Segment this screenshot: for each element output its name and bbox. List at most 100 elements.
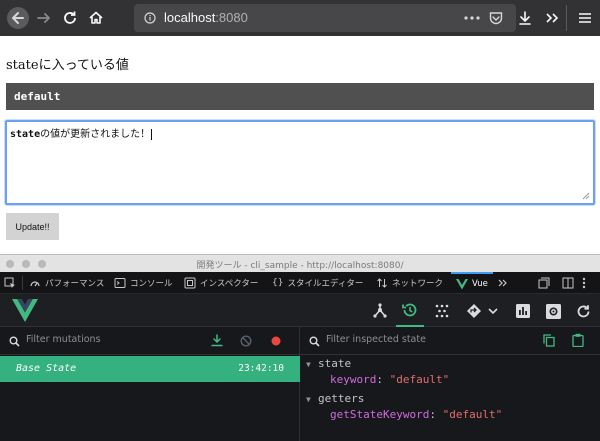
state-section[interactable]: ▼ state xyxy=(306,357,351,370)
options-button[interactable] xyxy=(582,272,586,294)
info-icon[interactable] xyxy=(144,12,156,24)
braces-icon: {} xyxy=(272,278,284,288)
events-button[interactable] xyxy=(432,301,452,321)
routing-button[interactable] xyxy=(466,301,500,321)
vuex-history-tab[interactable] xyxy=(396,294,424,327)
getter-key: getStateKeyword xyxy=(330,408,430,421)
vue-logo-icon xyxy=(12,299,38,322)
inspector-icon xyxy=(184,277,196,289)
paste-clipboard-icon[interactable] xyxy=(572,333,584,347)
url-bar[interactable]: localhost:8080 xyxy=(134,4,516,32)
getters-section[interactable]: ▼ getters xyxy=(306,392,364,405)
state-entry: keyword: "default" xyxy=(330,373,450,386)
performance-button[interactable] xyxy=(513,301,533,321)
hamburger-menu-icon xyxy=(579,13,591,23)
download-button[interactable] xyxy=(512,5,538,31)
revert-all-icon[interactable] xyxy=(240,335,252,347)
settings-button[interactable] xyxy=(543,301,563,321)
base-state-row[interactable]: Base State 23:42:10 xyxy=(0,356,300,382)
network-arrows-icon xyxy=(377,278,387,288)
tab-network-label: ネットワーク xyxy=(392,279,444,289)
bar-chart-icon xyxy=(516,304,530,318)
search-icon xyxy=(9,336,20,347)
base-state-label: Base State xyxy=(16,363,77,374)
events-dots-icon xyxy=(435,304,449,318)
mutations-filter-bar xyxy=(0,327,300,355)
frames-icon xyxy=(538,277,550,289)
console-icon xyxy=(114,278,126,288)
refresh-button[interactable] xyxy=(573,301,593,321)
state-value: default xyxy=(14,90,61,103)
routing-diamond-icon xyxy=(467,304,498,318)
overflow-icon xyxy=(546,13,559,23)
tab-network[interactable]: ネットワーク xyxy=(376,272,443,294)
more-tabs-button[interactable] xyxy=(497,272,509,294)
back-button[interactable] xyxy=(5,5,31,31)
resize-grip-icon[interactable] xyxy=(582,192,590,200)
tab-inspector-label: インスペクター xyxy=(200,279,259,289)
page-content: stateに入っている値 default stateの値が更新されました！ Up… xyxy=(0,36,600,254)
filter-mutations-input[interactable] xyxy=(26,334,196,345)
base-state-time: 23:42:10 xyxy=(238,363,284,374)
forward-button[interactable] xyxy=(31,5,57,31)
copy-icon[interactable] xyxy=(543,334,555,347)
filter-state-input[interactable] xyxy=(326,334,516,345)
tab-style-editor[interactable]: {} スタイルエディター xyxy=(272,272,363,294)
tab-performance-label: パフォーマンス xyxy=(45,279,105,289)
vue-logo-icon xyxy=(456,278,468,289)
state-key: keyword xyxy=(330,373,377,386)
commit-all-icon[interactable] xyxy=(211,334,223,347)
home-button[interactable] xyxy=(83,5,109,31)
getters-section-label: getters xyxy=(318,392,365,405)
tab-console[interactable]: コンソール xyxy=(114,272,173,294)
devtools-title: 開発ツール - cli_sample - http://localhost:80… xyxy=(196,261,404,271)
vertical-ellipsis-icon xyxy=(582,277,586,289)
url-text[interactable]: localhost:8080 xyxy=(164,10,248,25)
menu-button[interactable] xyxy=(572,5,598,31)
tab-style-editor-label: スタイルエディター xyxy=(287,279,364,289)
gear-icon xyxy=(545,303,561,319)
vue-devtools-header xyxy=(0,294,600,327)
forward-arrow-icon xyxy=(37,13,50,23)
update-button[interactable]: Update!! xyxy=(6,213,59,240)
state-entry-value: "default" xyxy=(389,373,450,386)
ellipsis-icon[interactable] xyxy=(464,16,480,20)
tab-performance[interactable]: パフォーマンス xyxy=(29,272,104,294)
overflow-button[interactable] xyxy=(539,5,565,31)
chevrons-right-icon xyxy=(498,279,507,287)
devtools-titlebar: 開発ツール - cli_sample - http://localhost:80… xyxy=(0,254,600,272)
reload-button[interactable] xyxy=(57,5,83,31)
mutations-pane: Base State 23:42:10 xyxy=(0,327,300,441)
responsive-button[interactable] xyxy=(538,272,550,294)
components-button[interactable] xyxy=(370,301,390,321)
state-textarea[interactable]: stateの値が更新されました！ xyxy=(5,120,595,205)
state-filter-bar xyxy=(300,327,600,355)
refresh-icon xyxy=(577,304,589,317)
reload-icon xyxy=(64,11,76,24)
getter-entry: getStateKeyword: "default" xyxy=(330,408,503,421)
textarea-message: の値が更新されました！ xyxy=(40,129,151,140)
tab-inspector[interactable]: インスペクター xyxy=(184,272,258,294)
expand-arrow-icon: ▼ xyxy=(306,360,311,369)
history-clock-icon xyxy=(402,303,417,316)
dock-button[interactable] xyxy=(562,272,574,294)
state-inspector-pane: ▼ state keyword: "default" ▼ getters getSt… xyxy=(300,327,600,441)
search-icon xyxy=(309,336,320,347)
tab-vue-label: Vue xyxy=(472,279,488,289)
pocket-icon[interactable] xyxy=(489,11,503,25)
element-picker-icon xyxy=(4,277,15,288)
speedometer-icon xyxy=(30,281,40,287)
text-caret xyxy=(151,128,153,140)
tab-divider xyxy=(22,276,23,290)
devtools-tabbar: パフォーマンス コンソール インスペクター {} スタイルエディター ネットワー… xyxy=(0,272,600,294)
component-tree-icon xyxy=(373,303,387,318)
download-icon xyxy=(519,11,531,25)
dock-icon xyxy=(562,277,574,289)
tab-vue[interactable]: Vue xyxy=(451,272,493,294)
record-icon[interactable] xyxy=(271,336,281,346)
home-icon xyxy=(89,11,103,24)
element-picker-tab[interactable] xyxy=(4,272,16,294)
state-section-label: state xyxy=(318,357,352,370)
textarea-content: stateの値が更新されました！ xyxy=(10,125,153,140)
tab-console-label: コンソール xyxy=(130,279,173,289)
